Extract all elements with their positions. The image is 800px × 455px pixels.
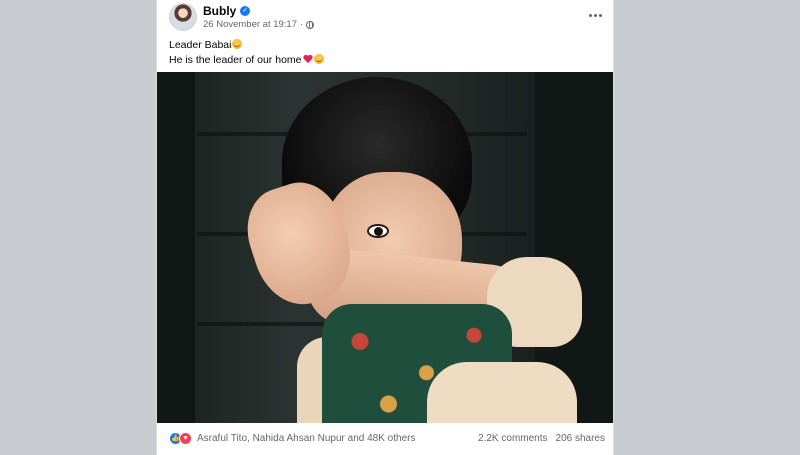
post-card: Bubly ✓ 26 November at 19:17 · Leader Ba… xyxy=(156,0,614,455)
post-header: Bubly ✓ 26 November at 19:17 · xyxy=(157,0,613,34)
love-icon: ♥ xyxy=(179,431,192,445)
post-text-line-1: Leader Babai xyxy=(169,38,324,53)
red-heart-emoji-icon xyxy=(303,55,313,64)
post-text-line-2-label: He is the leader of our home xyxy=(169,54,302,66)
globe-icon[interactable] xyxy=(306,21,315,29)
verified-badge-icon: ✓ xyxy=(240,6,251,16)
reactions-bar: 👍 ♥ Asraful Tito, Nahida Ahsan Nupur and… xyxy=(157,423,613,453)
post-text-line-2: He is the leader of our home xyxy=(169,53,324,68)
more-options-button[interactable] xyxy=(587,9,603,21)
shares-count[interactable]: 206 shares xyxy=(556,433,605,444)
post-text: Leader Babai He is the leader of our hom… xyxy=(169,38,324,68)
meta-row: 26 November at 19:17 · xyxy=(203,19,315,31)
comments-count[interactable]: 2.2K comments xyxy=(478,433,547,444)
more-options-icon-dot xyxy=(593,13,597,17)
photo-child-legs xyxy=(427,362,577,423)
kissing-face-emoji-icon xyxy=(232,39,243,49)
more-options-icon xyxy=(588,13,592,17)
author-row: Bubly ✓ xyxy=(203,4,314,18)
photo-child-eye xyxy=(367,224,389,238)
post-text-line-1-label: Leader Babai xyxy=(169,39,232,51)
post-timestamp[interactable]: 26 November at 19:17 xyxy=(203,19,297,31)
meta-separator: · xyxy=(300,19,304,30)
reactors-summary[interactable]: Asraful Tito, Nahida Ahsan Nupur and 48K… xyxy=(197,433,415,444)
reaction-icons[interactable]: 👍 ♥ xyxy=(169,431,192,445)
smiling-face-emoji-icon xyxy=(313,54,324,64)
more-options-icon-dot xyxy=(598,13,602,17)
post-photo[interactable] xyxy=(157,72,613,423)
avatar[interactable] xyxy=(169,3,197,31)
post-stats: 2.2K comments 206 shares xyxy=(478,433,605,444)
author-block: Bubly ✓ 26 November at 19:17 · xyxy=(203,4,315,31)
author-name[interactable]: Bubly xyxy=(203,4,236,18)
